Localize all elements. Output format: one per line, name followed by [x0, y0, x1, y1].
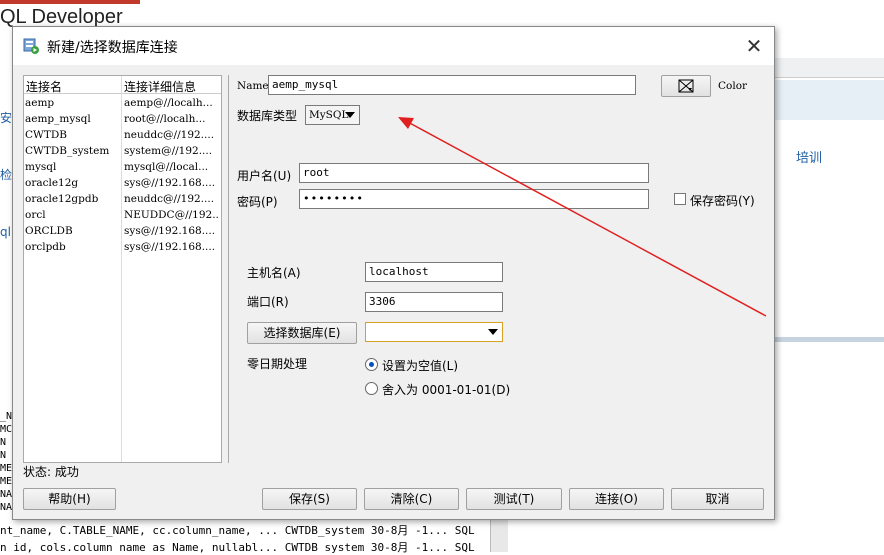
- dialog-titlebar[interactable]: 新建/选择数据库连接 ✕: [13, 27, 774, 65]
- connection-detail: mysql@//local...: [124, 161, 209, 173]
- connection-row[interactable]: orcl NEUDDC@//192....: [24, 208, 221, 224]
- username-label: 用户名(U): [237, 169, 292, 183]
- password-input[interactable]: ••••••••: [299, 189, 649, 209]
- connection-name: oracle12g: [25, 177, 79, 189]
- port-input[interactable]: 3306: [365, 292, 503, 312]
- zero-date-label: 零日期处理: [247, 357, 308, 371]
- connection-detail: sys@//192.168....: [124, 177, 216, 189]
- chevron-down-icon: [488, 329, 498, 335]
- column-header-name[interactable]: 连接名: [26, 78, 62, 95]
- background-left-fragments: 安 检 ql: [0, 111, 13, 239]
- connection-row[interactable]: oracle12g sys@//192.168....: [24, 176, 221, 192]
- color-label: Color: [718, 80, 748, 92]
- connection-row[interactable]: CWTDB_system system@//192....: [24, 144, 221, 160]
- connection-row[interactable]: oracle12gpdb neuddc@//192....: [24, 192, 221, 208]
- connection-detail: root@//localh...: [124, 113, 206, 125]
- oracle-logo-strip: [0, 0, 140, 4]
- connection-detail: neuddc@//192....: [124, 129, 215, 141]
- connection-name: orclpdb: [25, 241, 66, 253]
- history-row: n id, cols.column name as Name, nullabl.…: [0, 541, 475, 554]
- chevron-down-icon: [345, 112, 355, 118]
- database-select[interactable]: [365, 322, 503, 342]
- connection-name: orcl: [25, 209, 46, 221]
- clear-button[interactable]: 清除(C): [364, 488, 459, 510]
- save-button[interactable]: 保存(S): [262, 488, 357, 510]
- test-button[interactable]: 测试(T): [466, 488, 562, 510]
- connection-name: aemp: [25, 97, 55, 109]
- connection-detail: sys@//192.168....: [124, 241, 216, 253]
- connection-list-header: 连接名 连接详细信息: [24, 76, 221, 94]
- connection-detail: neuddc@//192....: [124, 193, 215, 205]
- radio-round-label[interactable]: 舍入为 0001-01-01(D): [382, 381, 510, 398]
- connection-row[interactable]: aemp aemp@//localh...: [24, 96, 221, 112]
- radio-set-null-label[interactable]: 设置为空值(L): [382, 357, 458, 374]
- background-divider: [770, 337, 884, 342]
- connection-name: mysql: [25, 161, 57, 173]
- connection-row[interactable]: CWTDB neuddc@//192....: [24, 128, 221, 144]
- connection-row[interactable]: aemp_mysql root@//localh...: [24, 112, 221, 128]
- connect-button[interactable]: 连接(O): [569, 488, 664, 510]
- color-button[interactable]: [661, 75, 711, 97]
- choose-database-button[interactable]: 选择数据库(E): [247, 322, 357, 344]
- name-input[interactable]: aemp_mysql: [268, 75, 636, 95]
- connection-name: CWTDB: [25, 129, 67, 141]
- connection-detail: system@//192....: [124, 145, 213, 157]
- column-header-detail[interactable]: 连接详细信息: [124, 78, 196, 95]
- status-text: 状态: 成功: [23, 465, 79, 479]
- name-label: Name: [237, 80, 269, 92]
- connection-name: aemp_mysql: [25, 113, 91, 125]
- connection-detail: NEUDDC@//192....: [124, 209, 220, 221]
- training-link[interactable]: 培训: [796, 147, 822, 166]
- connection-row[interactable]: mysql mysql@//local...: [24, 160, 221, 176]
- background-panel: [770, 80, 884, 120]
- dbtype-value: MySQL: [309, 109, 349, 121]
- close-icon[interactable]: ✕: [741, 33, 767, 59]
- background-toolbar: [770, 58, 884, 78]
- connection-row[interactable]: ORCLDB sys@//192.168....: [24, 224, 221, 240]
- dialog-title: 新建/选择数据库连接: [47, 40, 178, 56]
- connection-detail: aemp@//localh...: [124, 97, 213, 109]
- radio-round[interactable]: [365, 382, 378, 395]
- radio-set-null[interactable]: [365, 358, 378, 371]
- new-connection-dialog: 新建/选择数据库连接 ✕ 连接名 连接详细信息 aemp aemp@//local…: [12, 26, 775, 520]
- save-password-checkbox[interactable]: [674, 193, 686, 205]
- save-password-label: 保存密码(Y): [690, 194, 755, 208]
- database-connection-icon: [23, 38, 39, 54]
- help-button[interactable]: 帮助(H): [23, 488, 116, 510]
- username-input[interactable]: root: [299, 163, 649, 183]
- host-input[interactable]: localhost: [365, 262, 503, 282]
- connection-row[interactable]: orclpdb sys@//192.168....: [24, 240, 221, 256]
- connection-name: CWTDB_system: [25, 145, 110, 157]
- port-label: 端口(R): [247, 295, 289, 309]
- password-label: 密码(P): [237, 195, 278, 209]
- connection-name: ORCLDB: [25, 225, 73, 237]
- panel-divider: [228, 75, 229, 463]
- background-row-fragments: _N MC N N ME, ME NAME, NAME,: [0, 411, 12, 513]
- connection-name: oracle12gpdb: [25, 193, 99, 205]
- color-picker-icon: [678, 79, 694, 93]
- host-label: 主机名(A): [247, 266, 301, 280]
- history-row: nt_name, C.TABLE_NAME, cc.column_name, .…: [0, 524, 475, 537]
- connection-list[interactable]: 连接名 连接详细信息 aemp aemp@//localh... aemp_mysq…: [23, 75, 222, 463]
- dbtype-select[interactable]: MySQL: [305, 105, 360, 125]
- dbtype-label: 数据库类型: [237, 109, 298, 123]
- cancel-button[interactable]: 取消: [671, 488, 764, 510]
- connection-detail: sys@//192.168....: [124, 225, 216, 237]
